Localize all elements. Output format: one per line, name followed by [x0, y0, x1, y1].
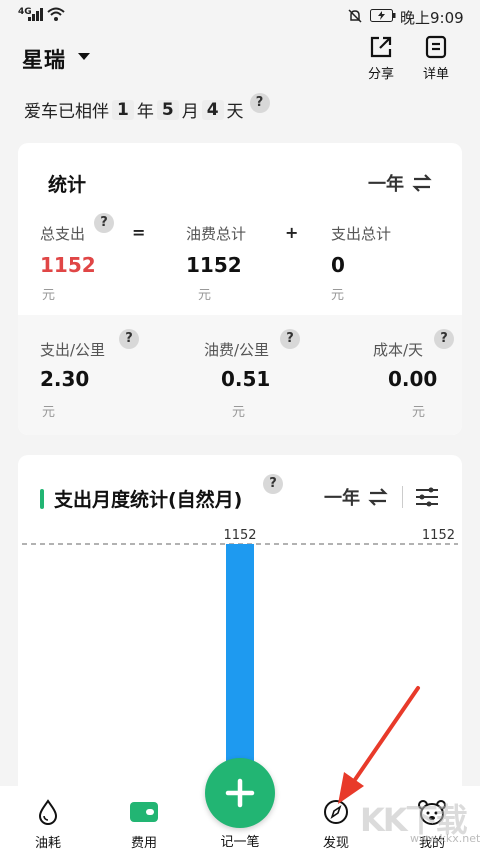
- chevron-down-icon[interactable]: [78, 53, 90, 60]
- unit-label: 元: [331, 288, 345, 303]
- add-record-label: 记一笔: [220, 835, 260, 850]
- months-value: 5: [156, 99, 179, 120]
- chart-title: 支出月度统计(自然月): [54, 489, 243, 511]
- detail-button[interactable]: 详单: [416, 35, 456, 82]
- years-value: 1: [112, 99, 134, 120]
- car-name[interactable]: 星瑞: [22, 44, 66, 74]
- watermark-url: www.kkx.net: [410, 832, 480, 845]
- days-value: 4: [201, 99, 224, 120]
- fuel-total-value: 1152: [186, 253, 242, 277]
- swap-icon[interactable]: [368, 488, 388, 506]
- unit-label: 元: [42, 288, 56, 303]
- divider: [402, 486, 403, 508]
- statistics-card: 统计 一年 总支出 ? 1152 元 = 油费总计 1152 元 + 支出总计 …: [18, 143, 462, 435]
- add-record-button[interactable]: [205, 758, 275, 828]
- chart-period-label[interactable]: 一年: [324, 484, 360, 510]
- title-accent-bar: [40, 488, 44, 509]
- help-icon[interactable]: ?: [280, 329, 300, 349]
- period-switch[interactable]: 一年: [368, 170, 432, 196]
- bar-value-label: 1152: [223, 528, 256, 543]
- fuel-per-km-label: 油费/公里: [204, 341, 270, 359]
- filter-sliders-icon[interactable]: [415, 487, 439, 507]
- plus-sign: +: [285, 223, 299, 242]
- share-button[interactable]: 分享: [361, 35, 401, 82]
- signal-icon: [28, 8, 43, 21]
- swap-icon: [412, 174, 432, 192]
- mute-bell-icon: [348, 9, 362, 23]
- cost-per-day-value: 0.00: [388, 367, 438, 391]
- unit-label: 元: [232, 405, 246, 420]
- list-doc-icon: [425, 35, 447, 59]
- chart-header: 支出月度统计(自然月): [40, 485, 242, 512]
- help-icon[interactable]: ?: [263, 474, 283, 494]
- fuel-per-km-value: 0.51: [221, 367, 271, 391]
- chart-bar[interactable]: [226, 544, 254, 786]
- unit-label: 元: [198, 288, 212, 303]
- expense-total-value: 0: [331, 253, 345, 277]
- status-bar: 4G 晚上9:09: [0, 0, 480, 34]
- unit-label: 元: [412, 405, 426, 420]
- clock: 晚上9:09: [400, 9, 464, 27]
- battery-icon: [370, 9, 396, 22]
- companion-prefix: 爱车已相伴: [24, 102, 109, 122]
- red-arrow-annotation: [338, 686, 420, 804]
- expense-per-km-label: 支出/公里: [40, 341, 106, 359]
- help-icon[interactable]: ?: [94, 213, 114, 233]
- cost-per-day-label: 成本/天: [373, 341, 424, 359]
- nav-fuel-label: 油耗: [34, 836, 61, 851]
- equals-sign: =: [132, 223, 146, 242]
- months-unit: 月: [181, 102, 199, 122]
- share-label: 分享: [367, 67, 394, 82]
- total-expense-label: 总支出: [40, 225, 86, 243]
- nav-discover-label: 发现: [322, 836, 349, 851]
- reference-line-label: 1152: [422, 528, 455, 543]
- help-icon[interactable]: ?: [249, 92, 270, 113]
- expense-per-km-value: 2.30: [40, 367, 90, 391]
- companion-duration: 爱车已相伴 1 年 5 月 4 天 ?: [24, 92, 270, 122]
- detail-label: 详单: [422, 67, 449, 82]
- nav-expense[interactable]: 费用: [114, 798, 174, 851]
- unit-label: 元: [42, 405, 56, 420]
- statistics-title: 统计: [48, 174, 87, 196]
- plus-icon: [225, 778, 255, 808]
- wallet-icon: [130, 802, 158, 822]
- total-expense-value: 1152: [40, 253, 96, 277]
- help-icon[interactable]: ?: [119, 329, 139, 349]
- wifi-icon: [47, 7, 65, 21]
- expense-total-label: 支出总计: [331, 225, 392, 243]
- period-label: 一年: [368, 174, 404, 195]
- water-drop-icon: [38, 799, 58, 825]
- years-unit: 年: [136, 102, 154, 122]
- chart-controls: 一年: [324, 484, 439, 510]
- share-icon: [370, 36, 392, 58]
- nav-fuel[interactable]: 油耗: [18, 798, 78, 851]
- help-icon[interactable]: ?: [434, 329, 454, 349]
- fuel-total-label: 油费总计: [186, 225, 247, 243]
- days-unit: 天: [226, 102, 244, 122]
- nav-expense-label: 费用: [130, 836, 157, 851]
